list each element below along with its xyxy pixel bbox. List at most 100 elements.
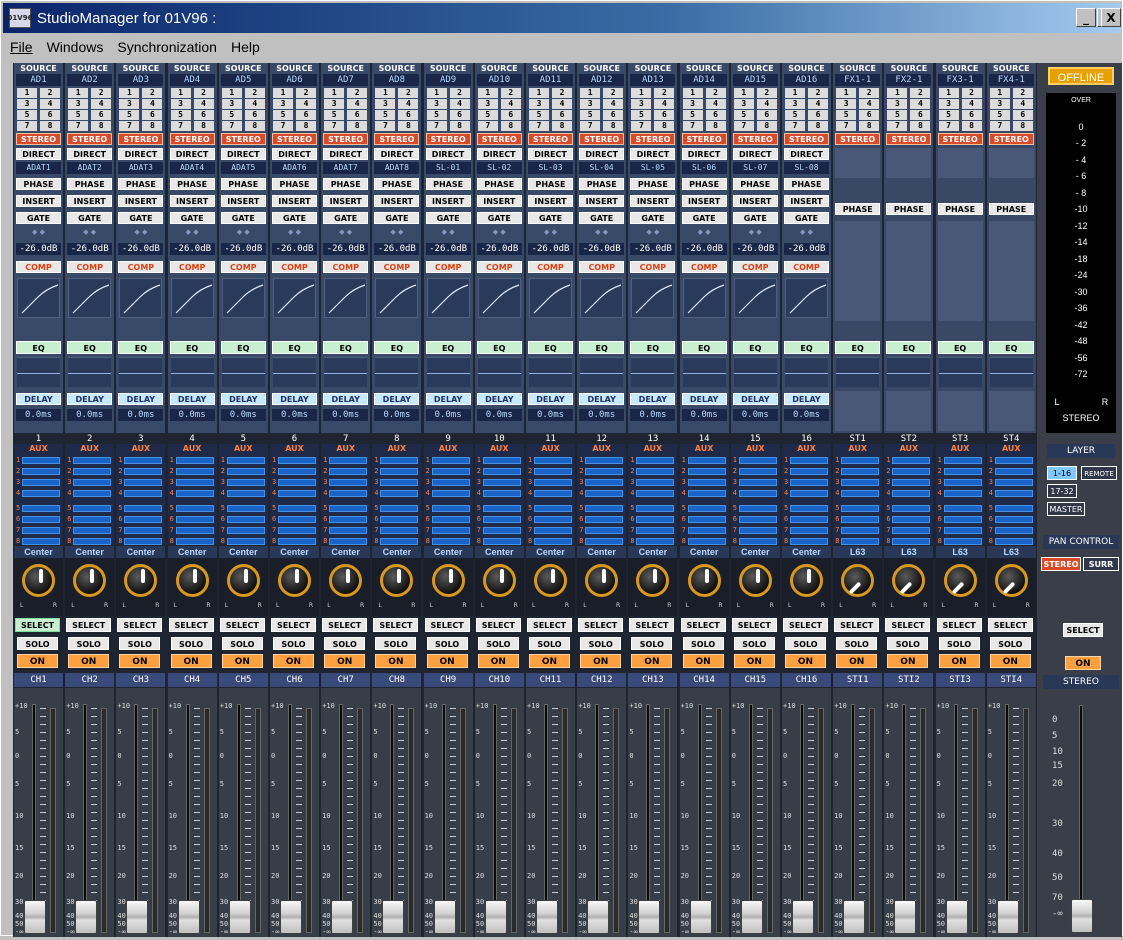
aux-send-bar[interactable] [534,527,572,534]
aux-send-bar[interactable] [278,457,316,464]
source-value[interactable]: AD14 [681,74,727,86]
bus-assign-button[interactable]: 6 [705,110,726,120]
stereo-assign-button[interactable]: STEREO [630,133,676,145]
bus-assign-button[interactable]: 3 [631,99,652,109]
direct-out-button[interactable]: DIRECT [272,148,317,160]
aux-send-bar[interactable] [534,457,572,464]
bus-assign-button[interactable]: 8 [654,121,675,131]
aux-send-bar[interactable] [738,490,777,497]
bus-assign-button[interactable]: 1 [989,88,1010,98]
source-value[interactable]: FX2-1 [886,74,932,86]
eq-curve-graph[interactable] [733,357,777,387]
comp-button[interactable]: COMP [681,261,727,273]
delay-button[interactable]: DELAY [630,393,676,405]
bus-assign-button[interactable]: 7 [989,121,1010,131]
stereo-assign-button[interactable]: STEREO [118,133,164,145]
gate-button[interactable]: GATE [374,212,420,224]
bus-assign-button[interactable]: 7 [68,121,89,131]
delay-value[interactable]: 0.0ms [67,409,113,421]
gate-button[interactable]: GATE [272,212,317,224]
bus-assign-button[interactable]: 7 [580,121,601,131]
bus-assign-button[interactable]: 7 [938,121,959,131]
bus-assign-button[interactable]: 5 [273,110,293,120]
aux-send-bar[interactable] [175,527,214,534]
comp-curve-graph[interactable] [170,278,214,318]
menu-synchronization[interactable]: Synchronization [110,39,224,55]
aux-send-bar[interactable] [226,516,265,523]
aux-send-bar[interactable] [431,527,470,534]
aux-send-bar[interactable] [175,479,214,486]
fader-knob[interactable] [740,900,763,934]
master-select-button[interactable]: SELECT [1063,623,1103,637]
bus-assign-button[interactable]: 6 [1012,110,1033,120]
eq-curve-graph[interactable] [887,357,931,387]
pan-knob[interactable] [329,564,363,597]
delay-button[interactable]: DELAY [579,393,625,405]
fader-knob[interactable] [382,900,405,934]
fader-knob[interactable] [126,900,149,934]
pan-knob[interactable] [943,564,977,597]
bus-assign-button[interactable]: 3 [221,99,242,109]
gate-button[interactable]: GATE [681,212,727,224]
aux-send-bar[interactable] [841,457,880,464]
eq-button[interactable]: EQ [784,341,829,354]
fader-knob[interactable] [177,900,200,934]
comp-button[interactable]: COMP [630,261,676,273]
direct-out-value[interactable]: ADAT4 [169,162,215,174]
comp-curve-graph[interactable] [273,278,316,318]
bus-assign-button[interactable]: 7 [631,121,652,131]
gate-threshold-value[interactable]: -26.0dB [630,243,676,255]
bus-assign-button[interactable]: 5 [682,110,703,120]
aux-send-bar[interactable] [22,505,60,512]
pan-knob[interactable] [175,564,209,597]
select-button[interactable]: SELECT [834,618,880,632]
bus-assign-button[interactable]: 5 [426,110,447,120]
aux-send-bar[interactable] [380,468,419,475]
bus-assign-button[interactable]: 5 [836,110,857,120]
comp-button[interactable]: COMP [272,261,317,273]
aux-send-bar[interactable] [278,479,316,486]
bus-assign-button[interactable]: 2 [296,88,316,98]
aux-send-panel[interactable]: AUX 1 2 3 4 5 6 7 8 [935,444,985,545]
bus-assign-button[interactable]: 2 [142,88,163,98]
bus-assign-button[interactable]: 3 [785,99,805,109]
bus-assign-button[interactable]: 2 [91,88,112,98]
fader-knob[interactable] [638,900,661,934]
comp-curve-graph[interactable] [733,278,777,318]
select-button[interactable]: SELECT [527,618,572,632]
bus-assign-button[interactable]: 7 [170,121,191,131]
insert-button[interactable]: INSERT [323,195,369,207]
comp-curve-graph[interactable] [785,278,828,318]
select-button[interactable]: SELECT [15,618,60,632]
direct-out-button[interactable]: DIRECT [681,148,727,160]
aux-send-bar[interactable] [278,538,316,545]
bus-assign-button[interactable]: 2 [193,88,214,98]
aux-send-bar[interactable] [380,490,419,497]
direct-out-button[interactable]: DIRECT [476,148,522,160]
aux-send-bar[interactable] [790,468,828,475]
aux-send-bar[interactable] [329,505,368,512]
aux-send-bar[interactable] [636,538,675,545]
solo-button[interactable]: SOLO [477,637,519,650]
delay-button[interactable]: DELAY [374,393,420,405]
delay-value[interactable]: 0.0ms [118,409,164,421]
pan-knob[interactable] [380,564,414,597]
aux-send-panel[interactable]: AUX 1 2 3 4 5 6 7 8 [679,444,729,545]
eq-button[interactable]: EQ [169,341,215,354]
source-value[interactable]: AD8 [374,74,420,86]
direct-out-value[interactable]: ADAT1 [16,162,61,174]
comp-curve-graph[interactable] [529,278,572,318]
stereo-assign-button[interactable]: STEREO [67,133,113,145]
bus-assign-button[interactable]: 1 [785,88,805,98]
pan-knob[interactable] [226,564,260,597]
bus-assign-button[interactable]: 8 [859,121,880,131]
aux-send-bar[interactable] [329,538,368,545]
bus-assign-button[interactable]: 8 [1012,121,1033,131]
pan-knob[interactable] [278,564,311,597]
bus-assign-button[interactable]: 7 [529,121,549,131]
bus-assign-button[interactable]: 6 [142,110,163,120]
bus-assign-button[interactable]: 5 [529,110,549,120]
bus-assign-button[interactable]: 6 [859,110,880,120]
bus-assign-button[interactable]: 4 [552,99,572,109]
aux-send-bar[interactable] [738,505,777,512]
